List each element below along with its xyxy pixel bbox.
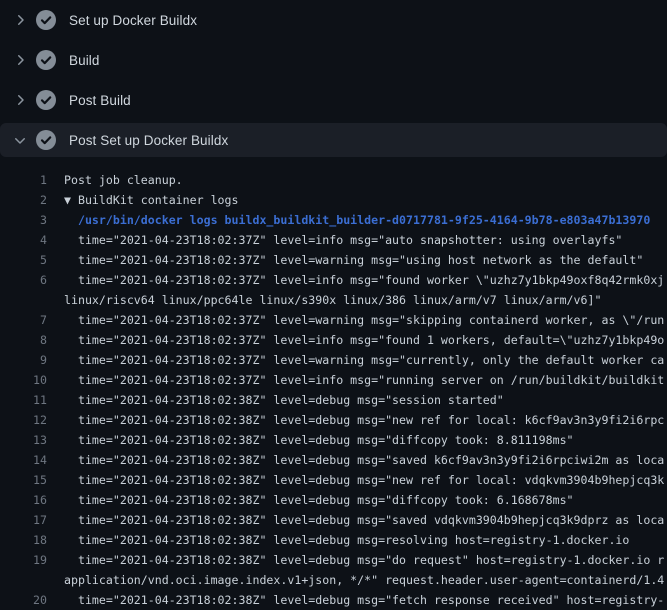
log-line: 17 time="2021-04-23T18:02:38Z" level=deb… <box>0 510 667 530</box>
log-line: 15 time="2021-04-23T18:02:38Z" level=deb… <box>0 470 667 490</box>
log-text: linux/riscv64 linux/ppc64le linux/s390x … <box>64 290 601 310</box>
log-line: linux/riscv64 linux/ppc64le linux/s390x … <box>0 290 667 310</box>
log-line: 8 time="2021-04-23T18:02:37Z" level=info… <box>0 330 667 350</box>
log-line: 6 time="2021-04-23T18:02:37Z" level=info… <box>0 270 667 290</box>
check-circle-icon <box>36 130 56 150</box>
line-number[interactable]: 1 <box>0 170 47 190</box>
log-text: time="2021-04-23T18:02:37Z" level=info m… <box>64 330 664 350</box>
line-number[interactable]: 11 <box>0 390 47 410</box>
log-text: time="2021-04-23T18:02:37Z" level=info m… <box>64 370 664 390</box>
line-number[interactable]: 16 <box>0 490 47 510</box>
log-line: 10 time="2021-04-23T18:02:37Z" level=inf… <box>0 370 667 390</box>
step-row-post-set-up-docker-buildx[interactable]: Post Set up Docker Buildx <box>0 123 667 157</box>
line-number[interactable]: 5 <box>0 250 47 270</box>
line-number[interactable]: 4 <box>0 230 47 250</box>
log-text: time="2021-04-23T18:02:38Z" level=debug … <box>64 510 664 530</box>
log-line: application/vnd.oci.image.index.v1+json,… <box>0 570 667 590</box>
log-text: time="2021-04-23T18:02:37Z" level=info m… <box>64 270 664 290</box>
log-line: 4 time="2021-04-23T18:02:37Z" level=info… <box>0 230 667 250</box>
log-line: 1 Post job cleanup. <box>0 170 667 190</box>
log-text: time="2021-04-23T18:02:37Z" level=warnin… <box>64 250 643 270</box>
log-text: Post job cleanup. <box>64 170 183 190</box>
line-number[interactable]: 19 <box>0 550 47 570</box>
log-text: time="2021-04-23T18:02:38Z" level=debug … <box>64 450 664 470</box>
log-line: 16 time="2021-04-23T18:02:38Z" level=deb… <box>0 490 667 510</box>
log-text: application/vnd.oci.image.index.v1+json,… <box>64 570 664 590</box>
log-line: 5 time="2021-04-23T18:02:37Z" level=warn… <box>0 250 667 270</box>
step-row-set-up-docker-buildx[interactable]: Set up Docker Buildx <box>0 0 667 40</box>
log-text: time="2021-04-23T18:02:37Z" level=warnin… <box>64 350 664 370</box>
line-number[interactable]: 18 <box>0 530 47 550</box>
log-text: time="2021-04-23T18:02:38Z" level=debug … <box>64 590 664 610</box>
chevron-right-icon <box>12 92 28 108</box>
log-line: 9 time="2021-04-23T18:02:37Z" level=warn… <box>0 350 667 370</box>
log-text: time="2021-04-23T18:02:38Z" level=debug … <box>64 410 664 430</box>
check-circle-icon <box>36 10 56 30</box>
chevron-right-icon <box>12 12 28 28</box>
log-text: time="2021-04-23T18:02:37Z" level=info m… <box>64 230 622 250</box>
log-text: time="2021-04-23T18:02:38Z" level=debug … <box>64 470 664 490</box>
line-number[interactable]: 7 <box>0 310 47 330</box>
step-row-post-build[interactable]: Post Build <box>0 80 667 120</box>
log-group-toggle[interactable]: ▼ BuildKit container logs <box>64 190 239 210</box>
log-viewer: 1 Post job cleanup. 2 ▼ BuildKit contain… <box>0 160 667 610</box>
log-line: 7 time="2021-04-23T18:02:37Z" level=warn… <box>0 310 667 330</box>
log-line: 13 time="2021-04-23T18:02:38Z" level=deb… <box>0 430 667 450</box>
log-text: time="2021-04-23T18:02:38Z" level=debug … <box>64 530 629 550</box>
steps-list: Set up Docker Buildx Build P <box>0 0 667 157</box>
line-number[interactable]: 14 <box>0 450 47 470</box>
log-line: 3 /usr/bin/docker logs buildx_buildkit_b… <box>0 210 667 230</box>
line-number[interactable]: 10 <box>0 370 47 390</box>
check-circle-icon <box>36 50 56 70</box>
log-text: time="2021-04-23T18:02:38Z" level=debug … <box>64 390 504 410</box>
log-line: 12 time="2021-04-23T18:02:38Z" level=deb… <box>0 410 667 430</box>
line-number[interactable]: 15 <box>0 470 47 490</box>
log-line: 11 time="2021-04-23T18:02:38Z" level=deb… <box>0 390 667 410</box>
log-line: 14 time="2021-04-23T18:02:38Z" level=deb… <box>0 450 667 470</box>
line-number[interactable]: 17 <box>0 510 47 530</box>
line-number[interactable]: 8 <box>0 330 47 350</box>
check-circle-icon <box>36 90 56 110</box>
log-text: time="2021-04-23T18:02:38Z" level=debug … <box>64 550 664 570</box>
line-number[interactable]: 13 <box>0 430 47 450</box>
log-line: 19 time="2021-04-23T18:02:38Z" level=deb… <box>0 550 667 570</box>
line-number[interactable]: 2 <box>0 190 47 210</box>
log-text: time="2021-04-23T18:02:38Z" level=debug … <box>64 430 574 450</box>
step-row-build[interactable]: Build <box>0 40 667 80</box>
log-line: 2 ▼ BuildKit container logs <box>0 190 667 210</box>
log-line: 20 time="2021-04-23T18:02:38Z" level=deb… <box>0 590 667 610</box>
line-number[interactable]: 3 <box>0 210 47 230</box>
step-title: Build <box>69 53 100 68</box>
log-text: /usr/bin/docker logs buildx_buildkit_bui… <box>64 210 650 230</box>
line-number[interactable]: 9 <box>0 350 47 370</box>
step-title: Set up Docker Buildx <box>69 13 197 28</box>
step-title: Post Build <box>69 93 131 108</box>
log-text: time="2021-04-23T18:02:38Z" level=debug … <box>64 490 574 510</box>
step-title: Post Set up Docker Buildx <box>69 133 228 148</box>
line-number <box>0 290 47 310</box>
line-number <box>0 570 47 590</box>
line-number[interactable]: 12 <box>0 410 47 430</box>
log-line: 18 time="2021-04-23T18:02:38Z" level=deb… <box>0 530 667 550</box>
line-number[interactable]: 6 <box>0 270 47 290</box>
chevron-right-icon <box>12 52 28 68</box>
chevron-down-icon <box>12 132 28 148</box>
line-number[interactable]: 20 <box>0 590 47 610</box>
log-text: time="2021-04-23T18:02:37Z" level=warnin… <box>64 310 664 330</box>
